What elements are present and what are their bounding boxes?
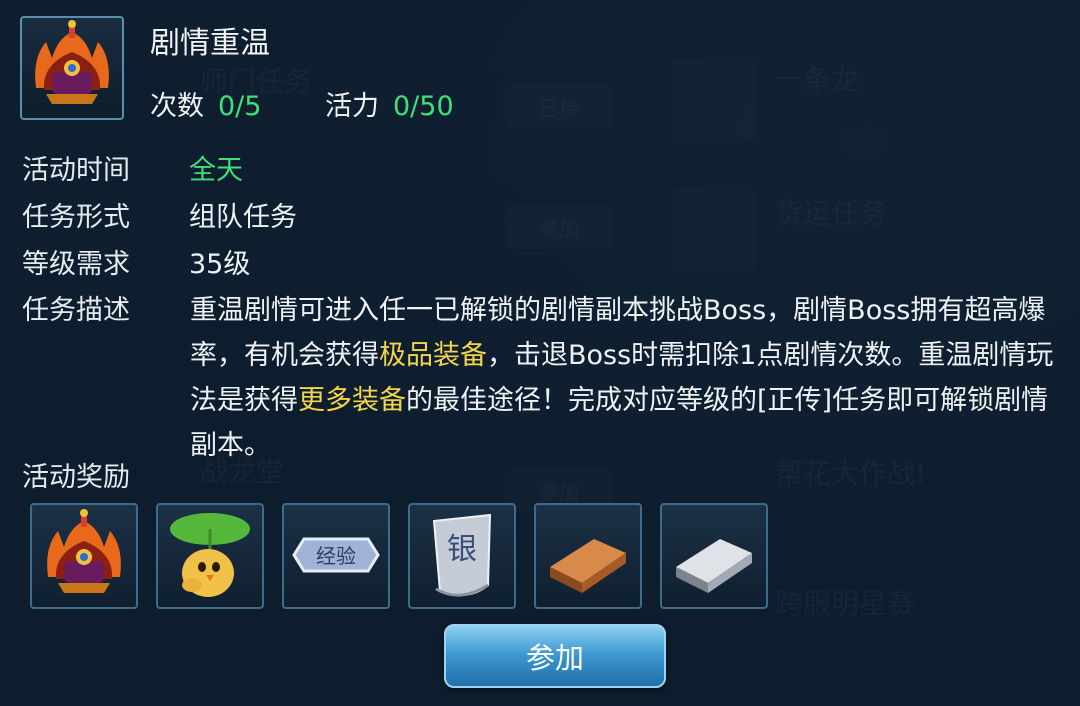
- silver-scroll-icon: 银: [432, 513, 492, 597]
- desc-highlight-more-gear: 更多装备: [298, 385, 406, 416]
- vitality-label: 活力: [325, 91, 379, 122]
- count-label: 次数: [150, 91, 204, 122]
- reward-slot-helmet[interactable]: [30, 503, 138, 609]
- reward-slot-pet[interactable]: [156, 503, 264, 609]
- level-label: 等级需求: [22, 249, 130, 280]
- time-value: 全天: [189, 155, 243, 186]
- silver-scroll-text: 银: [447, 532, 477, 567]
- exp-token-text: 经验: [316, 544, 356, 568]
- vitality-stat: 活力 0/50: [325, 84, 454, 123]
- activity-title: 剧情重温: [150, 26, 270, 61]
- task-description: 重温剧情可进入任一已解锁的剧情副本挑战Boss，剧情Boss拥有超高爆率，有机会…: [190, 288, 1060, 468]
- reward-slot-silver-ingot[interactable]: [660, 503, 768, 609]
- form-label: 任务形式: [22, 202, 130, 233]
- time-label: 活动时间: [22, 155, 130, 186]
- reward-slot-exp[interactable]: 经验: [282, 503, 390, 609]
- desc-highlight-best-gear: 极品装备: [379, 340, 487, 371]
- helmet-icon: [35, 20, 109, 104]
- level-value: 35级: [189, 249, 251, 280]
- helmet-icon: [47, 509, 121, 593]
- reward-slot-bronze-ingot[interactable]: [534, 503, 642, 609]
- exp-token-icon: 经验: [292, 537, 380, 573]
- chick-pet-icon: [170, 513, 250, 597]
- join-button[interactable]: 参加: [444, 624, 666, 688]
- desc-label: 任务描述: [22, 295, 130, 326]
- activity-icon-frame: [20, 16, 124, 120]
- rewards-label: 活动奖励: [22, 462, 130, 493]
- reward-slot-silver-scroll[interactable]: 银: [408, 503, 516, 609]
- vitality-value: 0/50: [393, 91, 454, 122]
- bronze-ingot-icon: [550, 539, 626, 593]
- form-value: 组队任务: [189, 202, 297, 233]
- count-stat: 次数 0/5: [150, 84, 261, 123]
- count-value: 0/5: [218, 91, 262, 122]
- activity-detail-panel: 剧情重温 次数 0/5 活力 0/50 活动时间 全天 任务形式 组队任务 等级需求…: [0, 0, 1080, 706]
- silver-ingot-icon: [676, 539, 752, 593]
